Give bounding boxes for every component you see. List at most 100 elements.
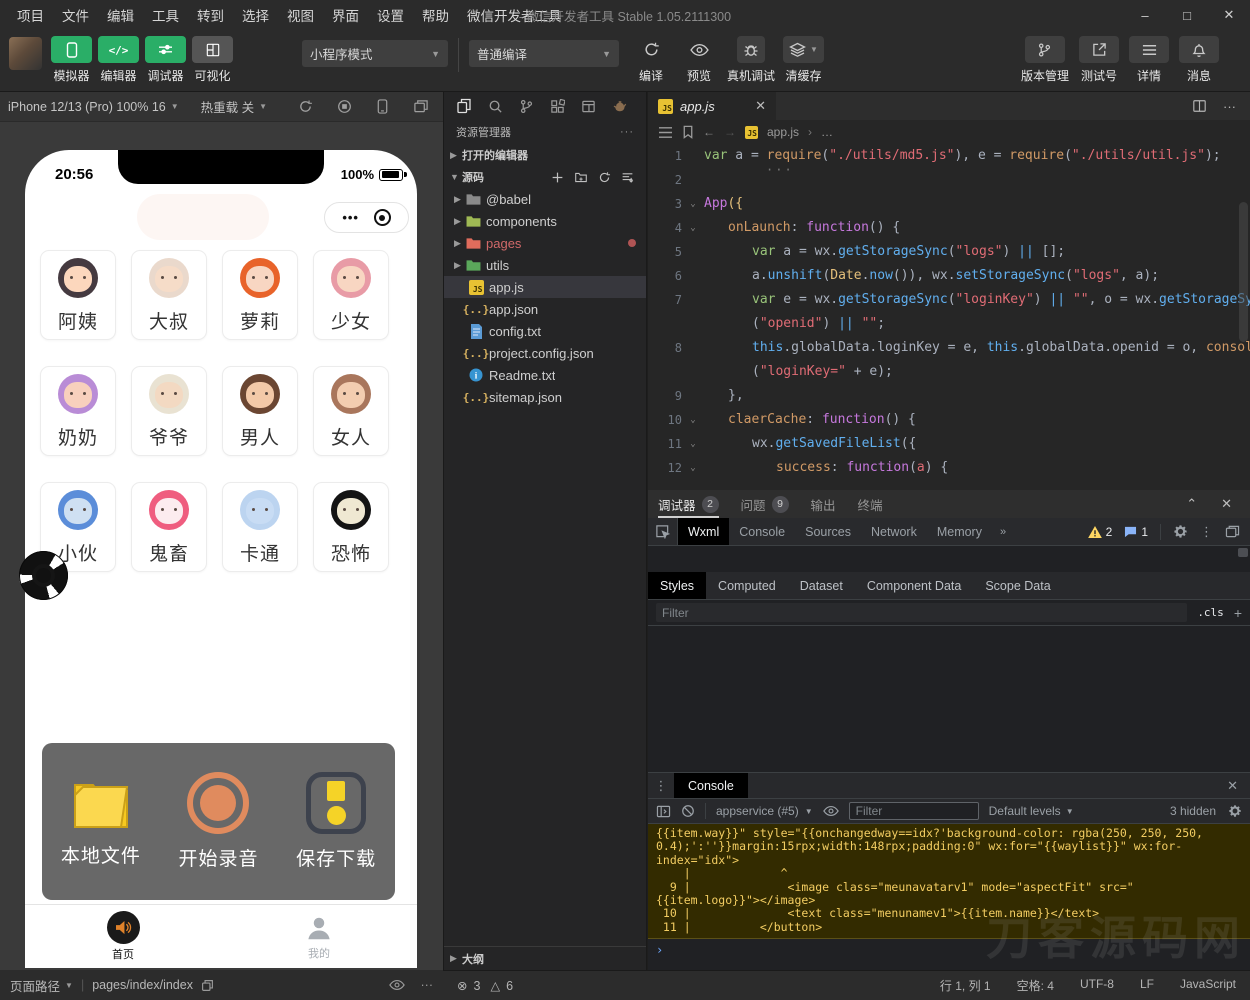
avatar-card-1[interactable]: 大叔	[131, 250, 207, 340]
console-tab[interactable]: Console	[674, 773, 748, 798]
multi-window-icon[interactable]	[413, 99, 429, 114]
kebab-menu-icon[interactable]: ⋮	[648, 778, 674, 794]
more-dots-icon[interactable]: ···	[421, 978, 434, 992]
panel-本地文件-button[interactable]: 本地文件	[46, 775, 156, 868]
forward-arrow-icon[interactable]: →	[724, 125, 736, 139]
avatar-card-11[interactable]: 恐怖	[313, 482, 389, 572]
search-icon[interactable]	[488, 99, 503, 114]
extensions-icon[interactable]	[550, 99, 565, 114]
toolbar-编译-button[interactable]: 编译	[631, 36, 671, 84]
menu-item-8[interactable]: 设置	[368, 5, 413, 25]
log-levels-select[interactable]: Default levels ▼	[989, 804, 1074, 818]
debugger-tab-问题[interactable]: 问题9	[741, 490, 789, 518]
add-style-icon[interactable]: +	[1234, 605, 1242, 621]
devtools-tab-Sources[interactable]: Sources	[795, 518, 861, 545]
outline-list-icon[interactable]	[658, 126, 673, 139]
code-area[interactable]: 1 var a = require("./utils/md5.js"), e =…	[648, 144, 1250, 490]
phone-tab-我的[interactable]: 我的	[221, 905, 417, 968]
menu-item-10[interactable]: 微信开发者工具	[458, 5, 571, 25]
copy-icon[interactable]	[201, 979, 214, 992]
close-button[interactable]: ✕	[1208, 0, 1250, 30]
new-file-icon[interactable]	[551, 171, 564, 184]
styles-tab-Dataset[interactable]: Dataset	[788, 572, 855, 599]
menu-item-3[interactable]: 工具	[143, 5, 188, 25]
console-sidebar-icon[interactable]	[656, 805, 671, 818]
close-tab-icon[interactable]: ✕	[755, 98, 766, 114]
toolbar-测试号-button[interactable]: 测试号	[1079, 36, 1119, 84]
menu-item-2[interactable]: 编辑	[98, 5, 143, 25]
console-filter-input[interactable]: Filter	[849, 802, 979, 820]
files-icon[interactable]	[456, 98, 472, 114]
tree-item-Readme.txt[interactable]: i Readme.txt	[444, 364, 646, 386]
warning-count-badge[interactable]: 2	[1088, 525, 1113, 539]
outline-section[interactable]: ▶ 大纲	[444, 946, 646, 970]
device-select[interactable]: iPhone 12/13 (Pro) 100% 16▼	[8, 100, 179, 114]
music-disc-button[interactable]	[19, 551, 68, 600]
devtools-tab-Memory[interactable]: Memory	[927, 518, 992, 545]
avatar-card-4[interactable]: 奶奶	[40, 366, 116, 456]
more-dots-icon[interactable]: •••	[342, 210, 359, 225]
miniprogram-capsule[interactable]: •••	[324, 202, 409, 233]
new-folder-icon[interactable]	[574, 171, 588, 184]
problems-indicator[interactable]: ⊗ 3 △ 6	[457, 978, 513, 993]
bookmark-icon[interactable]	[682, 125, 694, 139]
devtools-tab-Wxml[interactable]: Wxml	[678, 518, 729, 545]
status-item-2[interactable]: UTF-8	[1080, 977, 1114, 994]
collapse-panel-icon[interactable]: ⌃	[1186, 496, 1197, 512]
avatar-card-7[interactable]: 女人	[313, 366, 389, 456]
avatar-card-6[interactable]: 男人	[222, 366, 298, 456]
tree-item-sitemap.json[interactable]: {..} sitemap.json	[444, 386, 646, 408]
layout-icon[interactable]	[581, 99, 596, 114]
more-dots-icon[interactable]: ···	[620, 126, 634, 138]
toolbar-消息-button[interactable]: 消息	[1179, 36, 1219, 84]
close-panel-icon[interactable]: ✕	[1221, 496, 1232, 512]
back-arrow-icon[interactable]: ←	[703, 125, 715, 139]
breadcrumb-more[interactable]: …	[821, 125, 833, 139]
dock-side-icon[interactable]	[1225, 525, 1240, 538]
inspect-element-icon[interactable]	[648, 518, 678, 545]
more-dots-icon[interactable]: ···	[1223, 99, 1236, 114]
tree-item-utils[interactable]: ▶ utils	[444, 254, 646, 276]
toolbar-详情-button[interactable]: 详情	[1129, 36, 1169, 84]
git-branch-icon[interactable]	[519, 99, 534, 114]
tree-item-components[interactable]: ▶ components	[444, 210, 646, 232]
toolbar-可视化-button[interactable]: 可视化	[189, 36, 236, 84]
breadcrumb-file[interactable]: app.js	[767, 125, 799, 139]
styles-tab-Computed[interactable]: Computed	[706, 572, 788, 599]
avatar-card-5[interactable]: 爷爷	[131, 366, 207, 456]
phone-tab-首页[interactable]: 首页	[25, 905, 221, 968]
toolbar-模拟器-button[interactable]: 模拟器	[48, 36, 95, 84]
phone-frame-icon[interactable]	[376, 99, 389, 114]
editor-scrollbar[interactable]	[1239, 202, 1248, 342]
collapse-all-icon[interactable]	[621, 171, 634, 184]
close-target-icon[interactable]	[374, 209, 391, 226]
status-item-1[interactable]: 空格: 4	[1017, 977, 1054, 994]
refresh-icon[interactable]	[298, 99, 313, 114]
panel-保存下载-button[interactable]: 保存下载	[281, 772, 391, 871]
source-section[interactable]: ▼ 源码	[444, 166, 646, 188]
minimize-button[interactable]: –	[1124, 0, 1166, 30]
status-item-0[interactable]: 行 1, 列 1	[940, 977, 991, 994]
toolbar-版本管理-button[interactable]: 版本管理	[1021, 36, 1069, 84]
open-editors-section[interactable]: ▶ 打开的编辑器	[444, 144, 646, 166]
toolbar-清缓存-button[interactable]: ▼ 清缓存	[783, 36, 824, 84]
status-item-3[interactable]: LF	[1140, 977, 1154, 994]
menu-item-0[interactable]: 项目	[8, 5, 53, 25]
clear-console-icon[interactable]	[681, 804, 695, 818]
fold-arrow-icon[interactable]: ⌄	[682, 456, 704, 480]
menu-item-9[interactable]: 帮助	[413, 5, 458, 25]
eye-icon[interactable]	[389, 979, 405, 991]
menu-item-6[interactable]: 视图	[278, 5, 323, 25]
toolbar-真机调试-button[interactable]: 真机调试	[727, 36, 775, 84]
mode-select[interactable]: 小程序模式▼	[302, 40, 448, 67]
maximize-button[interactable]: □	[1166, 0, 1208, 30]
avatar-card-9[interactable]: 鬼畜	[131, 482, 207, 572]
panel-开始录音-button[interactable]: 开始录音	[163, 772, 273, 871]
compile-select[interactable]: 普通编译▼	[469, 40, 619, 67]
avatar-card-2[interactable]: 萝莉	[222, 250, 298, 340]
styles-filter-input[interactable]: Filter	[656, 603, 1187, 622]
debugger-tab-调试器[interactable]: 调试器2	[658, 490, 719, 518]
avatar-card-0[interactable]: 阿姨	[40, 250, 116, 340]
menu-item-7[interactable]: 界面	[323, 5, 368, 25]
gear-icon[interactable]	[1173, 524, 1188, 539]
